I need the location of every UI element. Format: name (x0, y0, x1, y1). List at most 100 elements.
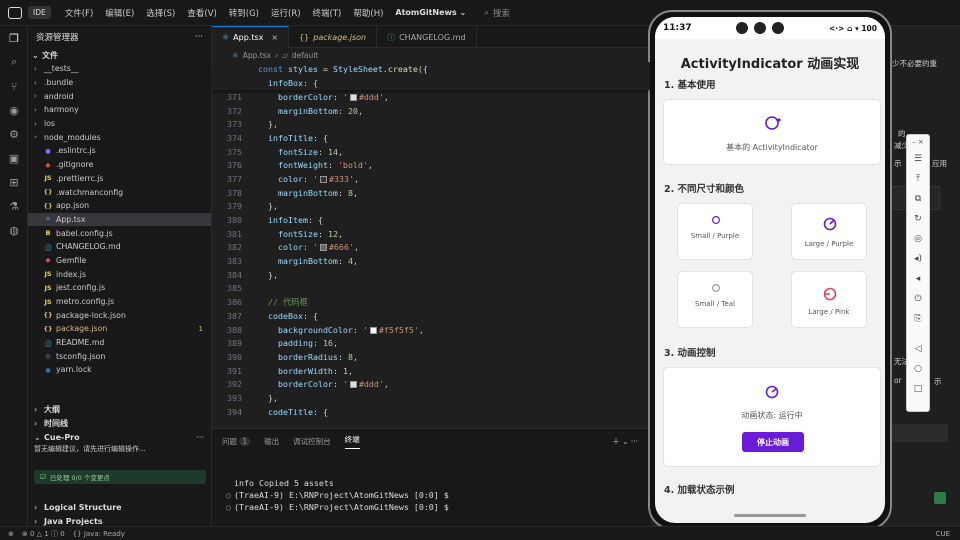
menu-item[interactable]: 编辑(E) (99, 7, 140, 19)
project-switcher[interactable]: AtomGitNews ⌄ (395, 8, 466, 17)
files-section[interactable]: ⌄ 文件 (28, 48, 211, 62)
folder-item[interactable]: › node_modules (28, 130, 211, 144)
tree-item-label: metro.config.js (56, 297, 115, 307)
stop-animation-button[interactable]: 停止动画 (742, 432, 804, 452)
code-line: 374 infoTitle: { (212, 131, 424, 145)
home-icon[interactable]: ○ (907, 359, 929, 379)
editor-tab[interactable]: ⓘ CHANGELOG.md (377, 26, 477, 48)
tsconfig-file-icon: ◎ (45, 352, 51, 361)
cue-pro-section[interactable]: ⌄ Cue-Pro ··· (28, 430, 212, 444)
menu-item[interactable]: 文件(F) (59, 7, 100, 19)
java-projects-label: Java Projects (44, 516, 103, 526)
color-swatch[interactable] (319, 175, 327, 183)
volume-down-icon[interactable]: ◂ (907, 269, 929, 289)
menu-item[interactable]: 帮助(H) (347, 7, 389, 19)
file-item[interactable]: {} package-lock.json (28, 308, 211, 322)
folder-item[interactable]: › ios (28, 117, 211, 131)
breadcrumb-file[interactable]: App.tsx (243, 51, 271, 60)
file-item[interactable]: ⓘ README.md (28, 336, 211, 350)
file-item[interactable]: ◆ Gemfile (28, 254, 211, 268)
code-line: 381 fontSize: 12, (212, 227, 424, 241)
rotate-icon[interactable]: ↻ (907, 209, 929, 229)
file-item[interactable]: Bbabel.config.js (28, 226, 211, 240)
volume-up-icon[interactable]: ◂) (907, 249, 929, 269)
back-icon[interactable]: ◁ (907, 339, 929, 359)
terminal-text: (TraeAI-9) E:\RNProject\AtomGitNews [0:0… (234, 490, 449, 500)
menu-item[interactable]: 转到(G) (223, 7, 265, 19)
more-icon[interactable]: ··· (195, 32, 203, 42)
crop-icon[interactable]: ⧉ (907, 189, 929, 209)
add-terminal-icon[interactable]: ＋ ⌄ ··· (612, 436, 638, 447)
file-item[interactable]: {} .watchmanconfig (28, 185, 211, 199)
file-item[interactable]: {} app.json (28, 199, 211, 213)
cue-status-text: 已处理 0/0 个变更点 (49, 474, 110, 482)
logical-structure-section[interactable]: › Logical Structure (28, 500, 212, 514)
menu-item[interactable]: 终端(T) (307, 7, 348, 19)
close-icon[interactable]: – × (907, 135, 929, 149)
outline-section[interactable]: › 大纲 (28, 402, 212, 416)
send-button[interactable] (934, 492, 946, 504)
source-control-icon[interactable]: ⑂ (0, 74, 28, 98)
file-item[interactable]: ⚛ App.tsx (28, 212, 211, 227)
close-icon[interactable]: × (271, 33, 278, 42)
file-item[interactable]: JS index.js (28, 267, 211, 281)
tab-debug-console[interactable]: 调试控制台 (293, 436, 331, 447)
menu-item[interactable]: 选择(S) (140, 7, 181, 19)
editor-tab[interactable]: {} package.json (289, 26, 378, 48)
screenshot-icon[interactable]: ⎘ (907, 309, 929, 329)
problems-status[interactable]: ⊗ 0 △ 1 ⓘ 0 (22, 529, 65, 539)
cue-status-item[interactable]: CUE (936, 530, 950, 538)
file-item[interactable]: JS jest.config.js (28, 281, 211, 295)
color-swatch[interactable] (349, 381, 357, 389)
file-item[interactable]: {} package.json 1 (28, 322, 211, 336)
pin-icon[interactable]: ⤒ (907, 169, 929, 189)
timeline-section[interactable]: › 时间线 (28, 416, 212, 430)
emulator-toolbar: – × ☰ ⤒ ⧉ ↻ ◎ ◂) ◂ ⏻ ⎘ ◁ ○ □ (906, 134, 930, 412)
harmony-icon[interactable]: ◍ (0, 218, 28, 242)
tab-problems-label: 问题 (222, 436, 237, 446)
menu-item[interactable]: 运行(R) (265, 7, 307, 19)
search-icon[interactable]: ⌕ (0, 50, 28, 74)
tab-output[interactable]: 输出 (264, 436, 279, 447)
code-lines[interactable]: 371 borderColor: ' #ddd', 372 marginBottom… (212, 90, 424, 419)
testing-icon[interactable]: ⚗ (0, 194, 28, 218)
ide-badge[interactable]: IDE (28, 6, 51, 19)
menu-item[interactable]: 查看(V) (181, 7, 222, 19)
extensions-icon[interactable]: ⊞ (0, 170, 28, 194)
circle-icon: ○ (226, 490, 231, 500)
remote-icon[interactable]: ⊗ (8, 530, 14, 538)
file-item[interactable]: JS .prettierrc.js (28, 172, 211, 186)
java-status[interactable]: {} Java: Ready (73, 530, 125, 538)
color-swatch[interactable] (369, 326, 377, 334)
file-item[interactable]: ◆ .gitignore (28, 158, 211, 172)
folder-item[interactable]: › harmony (28, 103, 211, 117)
recent-apps-icon[interactable]: □ (907, 379, 929, 399)
folder-item[interactable]: › android (28, 89, 211, 103)
explorer-icon[interactable]: ❐ (0, 26, 28, 50)
color-swatch[interactable] (319, 244, 327, 252)
color-swatch[interactable] (349, 93, 357, 101)
file-item[interactable]: JS metro.config.js (28, 295, 211, 309)
chevron-right-icon: › (34, 105, 37, 114)
file-item[interactable]: ● .eslintrc.js (28, 144, 211, 158)
more-icon[interactable]: ··· (196, 433, 204, 442)
settings-icon[interactable]: ⚙ (0, 122, 28, 146)
power-icon[interactable]: ⏻ (907, 289, 929, 309)
remote-icon[interactable]: ▣ (0, 146, 28, 170)
location-icon[interactable]: ◎ (907, 229, 929, 249)
folder-item[interactable]: › .bundle (28, 76, 211, 90)
file-item[interactable]: ⓘ CHANGELOG.md (28, 240, 211, 254)
code-line: 389 padding: 16, (212, 336, 424, 350)
file-item[interactable]: ◉ yarn.lock (28, 363, 211, 377)
file-item[interactable]: ◎ tsconfig.json (28, 349, 211, 363)
home-indicator[interactable] (734, 514, 806, 517)
debug-icon[interactable]: ◉ (0, 98, 28, 122)
search-box[interactable]: ⌕ 搜索 (484, 7, 510, 19)
editor-tab[interactable]: ⚛ App.tsx × (212, 26, 290, 48)
tab-problems[interactable]: 问题 1 (222, 436, 251, 447)
tab-terminal[interactable]: 终端 (344, 434, 360, 449)
breadcrumb-symbol[interactable]: default (292, 51, 318, 60)
menu-icon[interactable]: ☰ (907, 149, 929, 169)
tree-item-label: tsconfig.json (56, 351, 106, 361)
folder-item[interactable]: › __tests__ (28, 62, 211, 76)
